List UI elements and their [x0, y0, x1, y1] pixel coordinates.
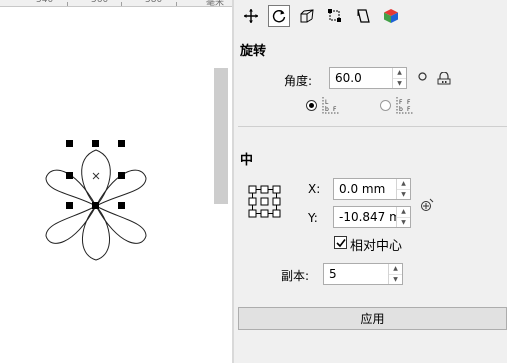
selection-handle — [92, 202, 99, 209]
section-separator — [238, 126, 507, 127]
x-spinner[interactable]: 0.0 mm ▲ ▼ — [333, 178, 411, 200]
ruler-label-540: 540 — [36, 0, 54, 5]
copies-input[interactable]: 5 — [324, 264, 388, 284]
angle-input[interactable]: 60.0 — [330, 68, 392, 88]
pick-center-icon[interactable] — [420, 198, 434, 212]
drawing-canvas[interactable]: 540 560 580 毫米 — [0, 0, 232, 363]
flower-shape[interactable] — [40, 136, 160, 266]
ruler-label-560: 560 — [91, 0, 109, 5]
svg-text:F: F — [399, 99, 403, 106]
selection-handle — [92, 140, 99, 147]
scale-icon[interactable] — [296, 5, 318, 27]
y-spinner[interactable]: -10.847 mm ▲▼ — [333, 206, 411, 228]
selection-handle — [118, 172, 125, 179]
rotation-mode-2-icon: F F b F — [396, 97, 413, 114]
rotation-mode-radio-2[interactable] — [380, 100, 391, 111]
apply-button[interactable]: 应用 — [238, 307, 507, 330]
y-label: Y: — [308, 211, 318, 225]
rotation-mode-radio-1[interactable] — [306, 100, 317, 111]
color-cube-icon[interactable] — [380, 5, 402, 27]
svg-text:L: L — [325, 99, 329, 106]
svg-text:F: F — [407, 106, 411, 113]
svg-text:b: b — [399, 106, 403, 113]
rotate-section-title: 旋转 — [240, 44, 267, 59]
lock-icon[interactable] — [437, 72, 451, 85]
angle-spinner-arrows[interactable]: ▲ ▼ — [392, 68, 406, 88]
selection-handle — [66, 140, 73, 147]
anchor-grid-icon[interactable] — [248, 185, 282, 219]
y-spinner-arrows[interactable]: ▲ ▼ — [396, 207, 410, 227]
relative-center-label[interactable]: 相对中心 — [350, 235, 402, 254]
move-icon[interactable] — [240, 5, 262, 27]
x-label: X: — [308, 182, 321, 196]
selection-handle — [66, 202, 73, 209]
selection-handle — [66, 172, 73, 179]
angle-label: 角度: — [284, 74, 313, 88]
checkmark-icon — [335, 238, 346, 247]
angle-spinner[interactable]: 60.0 ▲ ▼ — [329, 67, 407, 89]
relative-center-checkbox[interactable] — [334, 236, 347, 249]
center-section-title: 中 — [240, 153, 254, 168]
rotation-center-icon[interactable] — [418, 72, 427, 81]
horizontal-ruler: 540 560 580 毫米 — [0, 0, 232, 8]
svg-text:b: b — [325, 106, 329, 113]
svg-text:F: F — [407, 99, 411, 106]
ruler-label-580: 580 — [145, 0, 163, 5]
x-spinner-arrows[interactable]: ▲ ▼ — [396, 179, 410, 199]
svg-text:F: F — [333, 106, 337, 113]
x-input[interactable]: 0.0 mm — [334, 179, 396, 199]
ruler-unit-label: 毫米 — [206, 0, 225, 8]
rotation-center-marker — [92, 172, 100, 180]
copies-label: 副本: — [281, 269, 310, 283]
size-icon[interactable] — [324, 5, 346, 27]
copies-spinner-arrows[interactable]: ▲ ▼ — [388, 264, 402, 284]
selection-handle — [118, 140, 125, 147]
selection-handle — [118, 202, 125, 209]
transform-toolbar — [240, 5, 402, 27]
canvas-scrollbar-thumb[interactable] — [214, 68, 228, 204]
y-input[interactable]: -10.847 mm — [334, 207, 396, 227]
skew-icon[interactable] — [352, 5, 374, 27]
rotate-icon[interactable] — [268, 5, 290, 27]
copies-spinner[interactable]: 5 ▲ ▼ — [323, 263, 403, 285]
rotation-mode-1-icon: L b F — [322, 97, 339, 114]
